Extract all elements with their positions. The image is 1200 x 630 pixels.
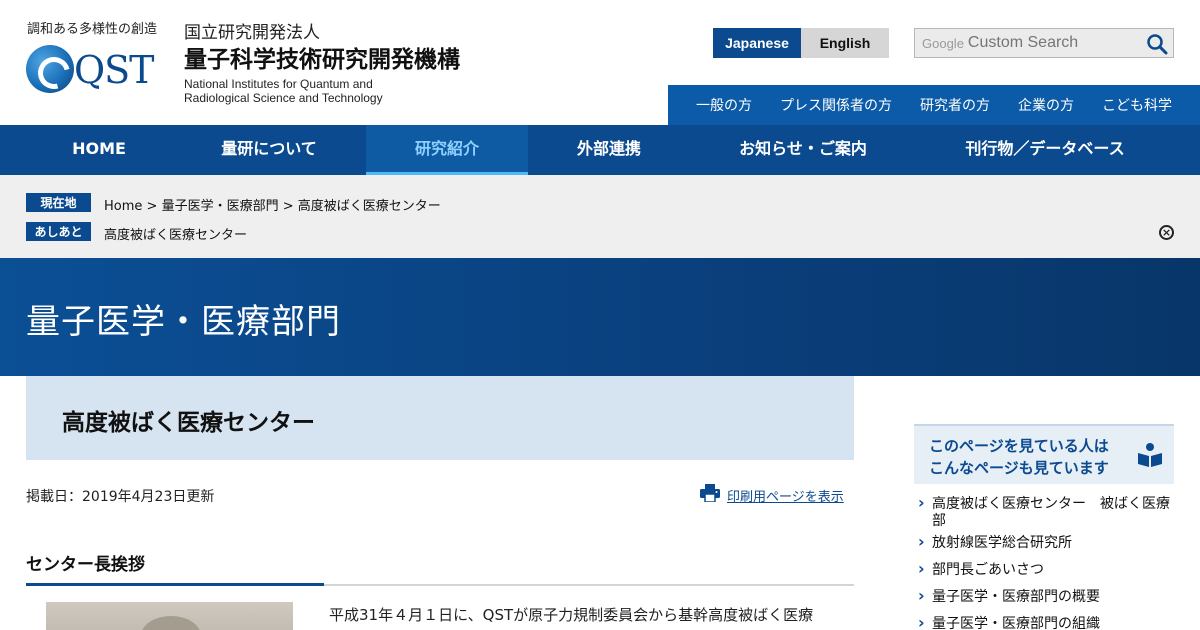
breadcrumb-link-home[interactable]: Home: [104, 199, 142, 214]
list-item[interactable]: 放射線医学総合研究所: [914, 533, 1174, 562]
nav-home[interactable]: HOME: [26, 125, 172, 175]
breadcrumb-history-tag: あしあと: [26, 222, 91, 241]
director-portrait: [46, 602, 293, 630]
posted-date: 掲載日：2019年4月23日更新: [26, 489, 215, 505]
breadcrumb: Home > 量子医学・医療部門 > 高度被ばく医療センター: [104, 195, 441, 214]
print-page-link[interactable]: 印刷用ページを表示: [700, 484, 844, 506]
main-nav: HOME 量研について 研究紹介 外部連携 お知らせ・ご案内 刊行物／データベー…: [0, 125, 1200, 175]
org-name-english: National Institutes for Quantum and Radi…: [184, 77, 383, 105]
qst-logo-icon[interactable]: [26, 45, 74, 93]
close-icon[interactable]: ×: [1159, 225, 1174, 240]
breadcrumb-current: 高度被ばく医療センター: [297, 199, 441, 214]
search-input[interactable]: [967, 34, 1143, 52]
search-box: Google: [914, 28, 1174, 58]
nav-about[interactable]: 量研について: [172, 125, 366, 175]
org-name[interactable]: 量子科学技術研究開発機構: [184, 40, 460, 74]
audience-link-researchers[interactable]: 研究者の方: [920, 95, 990, 115]
nav-collaboration[interactable]: 外部連携: [528, 125, 690, 175]
body-paragraph: 平成31年４月１日に、QSTが原子力規制委員会から基幹高度被ばく医療: [329, 606, 814, 624]
department-banner: 量子医学・医療部門: [0, 258, 1200, 376]
history-link[interactable]: 高度被ばく医療センター: [104, 228, 247, 243]
breadcrumb-current-tag: 現在地: [26, 193, 91, 212]
breadcrumb-link-department[interactable]: 量子医学・医療部門: [162, 199, 279, 214]
search-icon[interactable]: [1145, 32, 1169, 56]
book-reader-icon: [1137, 442, 1163, 468]
language-japanese-button[interactable]: Japanese: [713, 28, 801, 58]
print-page-label[interactable]: 印刷用ページを表示: [727, 486, 844, 505]
related-link[interactable]: 放射線医学総合研究所: [932, 535, 1072, 551]
audience-link-kids-science[interactable]: こども科学: [1102, 95, 1172, 115]
list-item[interactable]: 高度被ばく医療センター 被ばく医療部: [914, 494, 1174, 535]
list-item[interactable]: 部門長ごあいさつ: [914, 560, 1174, 589]
breadcrumb-history: 高度被ばく医療センター: [104, 224, 247, 243]
audience-nav: 一般の方 プレス関係者の方 研究者の方 企業の方 こども科学: [668, 85, 1200, 125]
related-heading-line1: このページを見ている人は: [929, 437, 1109, 455]
audience-link-companies[interactable]: 企業の方: [1018, 95, 1074, 115]
qst-logo-text[interactable]: QST: [74, 48, 155, 92]
breadcrumb-area: 現在地 Home > 量子医学・医療部門 > 高度被ばく医療センター あしあと …: [0, 175, 1200, 258]
breadcrumb-separator: >: [282, 199, 294, 214]
org-en-line2: Radiological Science and Technology: [184, 91, 383, 105]
nav-news[interactable]: お知らせ・ご案内: [690, 125, 916, 175]
nav-research[interactable]: 研究紹介: [366, 125, 528, 175]
nav-publications[interactable]: 刊行物／データベース: [916, 125, 1174, 175]
google-label: Google: [922, 35, 964, 51]
list-item[interactable]: 量子医学・医療部門の概要: [914, 587, 1174, 616]
related-link[interactable]: 高度被ばく医療センター 被ばく医療部: [932, 496, 1170, 529]
page-title-box: 高度被ばく医療センター: [26, 376, 854, 460]
site-header: 調和ある多様性の創造 QST 国立研究開発法人 量子科学技術研究開発機構 Nat…: [0, 0, 1200, 125]
list-item[interactable]: 量子医学・医療部門の組織: [914, 614, 1174, 630]
section-divider-accent: [26, 583, 324, 586]
language-english-button[interactable]: English: [801, 28, 889, 58]
related-pages-heading: このページを見ている人は こんなページも見ています: [929, 435, 1109, 479]
related-link[interactable]: 量子医学・医療部門の組織: [932, 616, 1100, 630]
page-title: 高度被ばく医療センター: [62, 410, 315, 436]
audience-link-press[interactable]: プレス関係者の方: [780, 95, 892, 115]
audience-link-general[interactable]: 一般の方: [696, 95, 752, 115]
related-link[interactable]: 量子医学・医療部門の概要: [932, 589, 1100, 605]
breadcrumb-separator: >: [146, 199, 158, 214]
site-tagline: 調和ある多様性の創造: [27, 22, 158, 37]
related-pages-header: このページを見ている人は こんなページも見ています: [914, 424, 1174, 484]
printer-icon[interactable]: [700, 484, 720, 506]
related-pages-list: 高度被ばく医療センター 被ばく医療部 放射線医学総合研究所 部門長ごあいさつ 量…: [914, 494, 1174, 630]
section-heading: センター長挨拶: [26, 555, 145, 575]
related-heading-line2: こんなページも見ています: [929, 459, 1109, 477]
department-title: 量子医学・医療部門: [26, 302, 341, 342]
org-en-line1: National Institutes for Quantum and: [184, 77, 373, 91]
related-link[interactable]: 部門長ごあいさつ: [932, 562, 1044, 578]
